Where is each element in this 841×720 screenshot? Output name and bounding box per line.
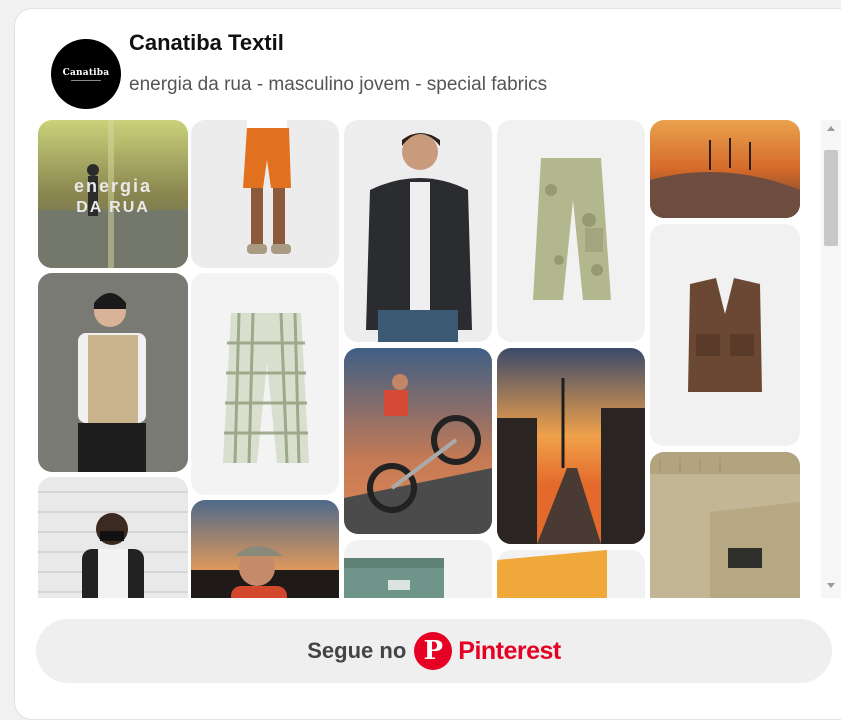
scroll-thumb[interactable] xyxy=(824,150,838,246)
pin-plaid-cargo-pants[interactable] xyxy=(191,273,339,495)
pin-bmx-rider[interactable] xyxy=(344,348,492,534)
pin-model-cap-sunset[interactable] xyxy=(191,500,339,598)
pinterest-brand-label: Pinterest xyxy=(458,636,561,665)
pin-energia-da-rua[interactable]: energia DA RUA xyxy=(38,120,188,268)
scroll-up-arrow-icon[interactable] xyxy=(827,126,835,131)
pin-grid-scrollbar[interactable] xyxy=(821,120,841,598)
pin-skatepark-sunset[interactable] xyxy=(650,120,800,218)
pin-model-black-jacket[interactable] xyxy=(344,120,492,342)
pin-city-sunset-street[interactable] xyxy=(497,348,645,544)
scroll-down-arrow-icon[interactable] xyxy=(827,583,835,588)
avatar-logo-underline xyxy=(71,79,101,81)
profile-avatar[interactable]: Canatiba xyxy=(51,39,121,109)
pin-orange-shorts[interactable] xyxy=(191,120,339,268)
follow-on-pinterest-button[interactable]: Segue no P Pinterest xyxy=(36,619,832,683)
pinterest-logo-icon: P xyxy=(414,632,453,670)
follow-prefix-label: Segue no xyxy=(307,638,407,663)
pin-overlay-line2: DA RUA xyxy=(76,199,150,216)
profile-description: energia da rua - masculino jovem - speci… xyxy=(129,74,548,95)
pin-green-shorts-detail[interactable] xyxy=(344,540,492,598)
profile-name[interactable]: Canatiba Textil xyxy=(129,30,284,56)
pin-camo-cargo-pants[interactable] xyxy=(497,120,645,342)
pin-overlay-line1: energia xyxy=(74,176,152,196)
avatar-logo-text: Canatiba xyxy=(62,67,110,78)
pin-khaki-pants-detail[interactable] xyxy=(650,452,800,598)
pin-yellow-garment[interactable] xyxy=(497,550,645,598)
pin-model-tan-vest[interactable] xyxy=(38,273,188,472)
pin-grid: energia DA RUA xyxy=(38,120,818,598)
pin-model-bandana-wall[interactable] xyxy=(38,477,188,598)
pin-brown-utility-vest[interactable] xyxy=(650,224,800,446)
